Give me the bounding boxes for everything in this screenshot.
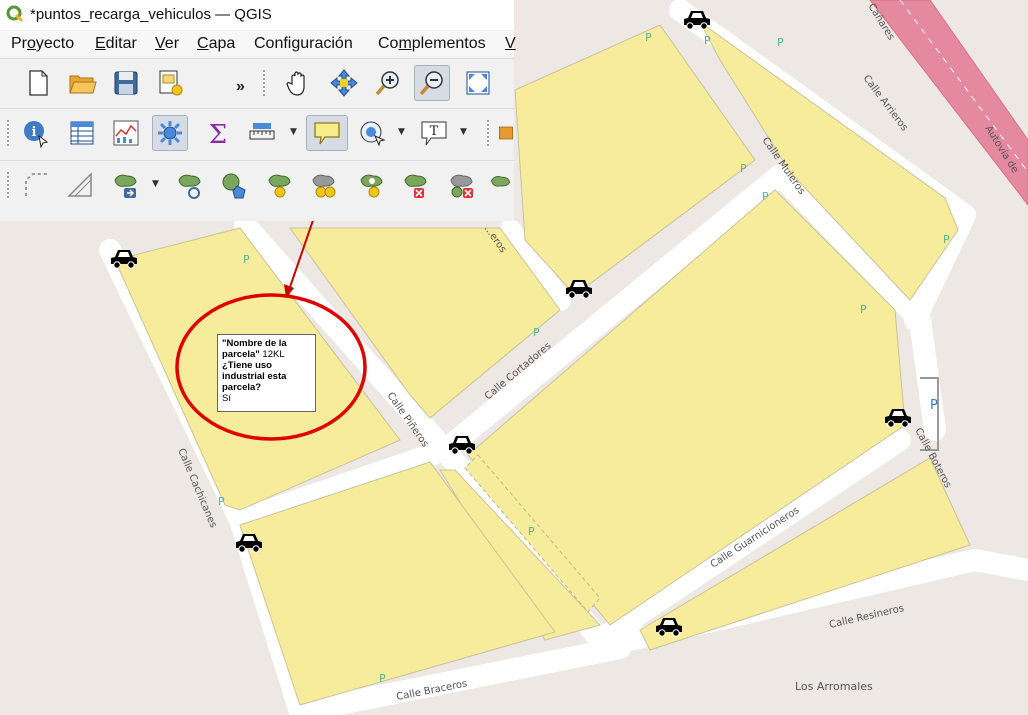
toolbar-digitizing: ▼ — [0, 160, 514, 221]
field-calculator-icon[interactable]: Σ — [200, 115, 236, 151]
menu-capa[interactable]: Capa — [197, 35, 235, 53]
toolbar-handle[interactable] — [6, 171, 10, 199]
menu-bar: Proyecto Editar Ver Capa Configuración C… — [0, 31, 516, 56]
delete-part-icon[interactable] — [444, 167, 480, 203]
zoom-out-icon[interactable] — [414, 65, 450, 101]
window-title: *puntos_recarga_vehiculos — QGIS — [30, 6, 272, 23]
map-tip-field2-name: ¿Tiene uso industrial esta parcela? — [222, 360, 287, 393]
menu-label: Complementos — [378, 35, 486, 52]
toolbar-handle[interactable] — [6, 119, 10, 147]
parking-label: P — [740, 162, 747, 175]
menu-mnemonic: m — [398, 35, 412, 52]
new-print-layout-icon[interactable] — [152, 65, 188, 101]
place-label: Los Arromales — [795, 680, 873, 693]
menu-label: Configuración — [254, 35, 353, 52]
parking-label: P — [943, 233, 950, 246]
parking-label: P — [777, 36, 784, 49]
map-tips-icon[interactable] — [152, 115, 188, 151]
menu-editar[interactable]: Editar — [95, 35, 137, 53]
qgis-window: *puntos_recarga_vehiculos — QGIS Proyect… — [0, 0, 516, 221]
menu-label: Ver — [155, 35, 180, 52]
text-annotation-icon[interactable]: T — [416, 115, 452, 151]
save-project-icon[interactable] — [108, 65, 144, 101]
menu-label: Capa — [197, 35, 236, 52]
delete-ring-icon[interactable] — [398, 167, 434, 203]
parking-label: P — [243, 253, 250, 266]
parking-label: P — [528, 525, 535, 538]
map-tip-field2-value: Sí — [222, 393, 231, 404]
identify-features-icon[interactable]: i — [18, 115, 54, 151]
menu-mnemonic: V — [505, 35, 516, 52]
menu-mnemonic: C — [197, 35, 209, 52]
parking-label: P — [645, 31, 652, 44]
digitize-icon[interactable] — [18, 167, 54, 203]
toolbar-project-navigation: » — [0, 58, 514, 107]
qgis-logo-icon — [6, 5, 24, 23]
measure-icon[interactable] — [244, 115, 280, 151]
open-project-icon[interactable] — [64, 65, 100, 101]
toolbar-overflow[interactable]: » — [236, 78, 245, 96]
add-part-icon[interactable] — [306, 167, 342, 203]
fill-ring-icon[interactable] — [354, 167, 390, 203]
move-feature-icon[interactable] — [108, 167, 144, 203]
map-tip-field1-value: 12KL — [259, 349, 285, 360]
svg-text:Σ: Σ — [209, 120, 227, 148]
menu-ver[interactable]: Ver — [155, 35, 179, 53]
toolbar-handle[interactable] — [262, 69, 266, 97]
add-ring-icon[interactable] — [262, 167, 298, 203]
parking-label: P — [704, 34, 711, 47]
menu-label: Editar — [95, 35, 137, 52]
parking-blue-label: P — [930, 398, 938, 413]
menu-label: V — [505, 35, 516, 52]
zoom-in-icon[interactable] — [370, 65, 406, 101]
simplify-feature-icon[interactable] — [216, 167, 252, 203]
menu-configuracion[interactable]: Configuración — [254, 35, 353, 53]
menu-complementos[interactable]: Complementos — [378, 35, 486, 53]
toolbar-handle[interactable] — [486, 119, 490, 147]
select-dropdown-chevron-icon[interactable]: ▼ — [398, 127, 405, 137]
statistical-summary-icon[interactable] — [108, 115, 144, 151]
menu-mnemonic: E — [95, 35, 106, 52]
zoom-full-icon[interactable] — [460, 65, 496, 101]
menu-mnemonic: V — [155, 35, 165, 52]
snapping-icon[interactable] — [62, 167, 98, 203]
svg-text:i: i — [32, 125, 37, 140]
menu-mnemonic: o — [27, 35, 36, 52]
pan-to-selection-icon[interactable] — [326, 65, 362, 101]
select-feature-icon[interactable] — [354, 115, 390, 151]
annotation-dropdown-chevron-icon[interactable]: ▼ — [460, 127, 467, 137]
pan-hand-icon[interactable] — [280, 65, 316, 101]
measure-dropdown-chevron-icon[interactable]: ▼ — [290, 127, 297, 137]
title-bar: *puntos_recarga_vehiculos — QGIS — [0, 0, 514, 30]
parking-label: P — [533, 326, 540, 339]
reshape-icon[interactable] — [488, 167, 514, 203]
map-tip-balloon-icon[interactable] — [306, 115, 348, 151]
map-tip-popup: "Nombre de la parcela" 12KL ¿Tiene uso i… — [217, 334, 316, 412]
rotate-feature-icon[interactable] — [172, 167, 208, 203]
open-attribute-table-icon[interactable] — [64, 115, 100, 151]
parking-label: P — [218, 495, 225, 508]
svg-text:T: T — [430, 124, 439, 139]
menu-vectorial[interactable]: V — [505, 35, 516, 53]
parking-label: P — [762, 190, 769, 203]
menu-label: Proyecto — [11, 35, 75, 52]
new-project-icon[interactable] — [20, 65, 56, 101]
menu-proyecto[interactable]: Proyecto — [11, 35, 74, 53]
move-dropdown-chevron-icon[interactable]: ▼ — [152, 179, 159, 189]
parking-label: P — [379, 672, 386, 685]
layer-style-icon[interactable] — [494, 115, 514, 151]
toolbar-attributes: i Σ ▼ ▼ T ▼ — [0, 108, 514, 157]
parking-label: P — [860, 303, 867, 316]
